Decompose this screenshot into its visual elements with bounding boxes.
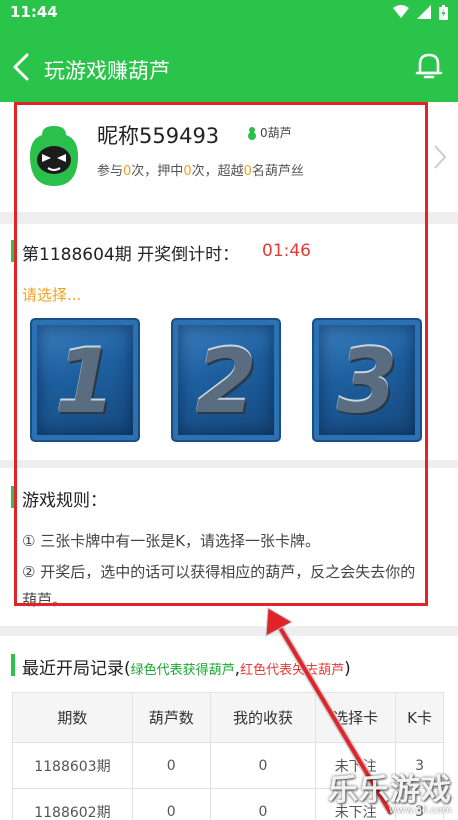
back-arrow-icon[interactable] (10, 52, 34, 82)
table-cell: 1188602期 (12, 788, 133, 820)
wifi-icon (393, 5, 409, 18)
annotation-highlight-box (14, 102, 428, 606)
status-time: 11:44 (10, 3, 58, 21)
section-marker (11, 654, 15, 676)
status-icons (393, 4, 448, 20)
watermark: 乐乐游戏 www.6ll.com (328, 765, 452, 816)
column-header: 我的收获 (209, 692, 317, 743)
column-header: 选择卡 (315, 692, 397, 743)
table-cell: 0 (209, 742, 317, 789)
table-cell: 0 (131, 742, 211, 789)
page-title: 玩游戏赚葫芦 (44, 59, 170, 83)
red-legend: 红色代表失去葫芦 (240, 663, 345, 678)
records-title: 最近开局记录(绿色代表获得葫芦,红色代表失去葫芦) (22, 654, 351, 679)
column-header: 葫芦数 (131, 692, 211, 743)
chevron-right-icon (434, 145, 447, 169)
table-cell: 1188603期 (12, 742, 133, 789)
table-cell: 0 (209, 788, 317, 820)
table-cell: 0 (131, 788, 211, 820)
green-legend: 绿色代表获得葫芦 (130, 663, 235, 678)
column-header: 期数 (12, 692, 133, 743)
status-bar: 11:44 (0, 0, 458, 24)
table-header: 期数 葫芦数 我的收获 选择卡 K卡 (12, 692, 444, 743)
records-title-text: ) (344, 659, 351, 679)
app-bar: 玩游戏赚葫芦 (0, 24, 458, 102)
divider (0, 626, 458, 636)
column-header: K卡 (395, 692, 444, 743)
battery-icon (439, 4, 448, 20)
records-title-text: 最近开局记录( (22, 659, 131, 679)
bell-icon[interactable] (414, 50, 444, 82)
watermark-text: 乐乐游戏 (328, 773, 452, 808)
signal-icon (417, 5, 431, 19)
